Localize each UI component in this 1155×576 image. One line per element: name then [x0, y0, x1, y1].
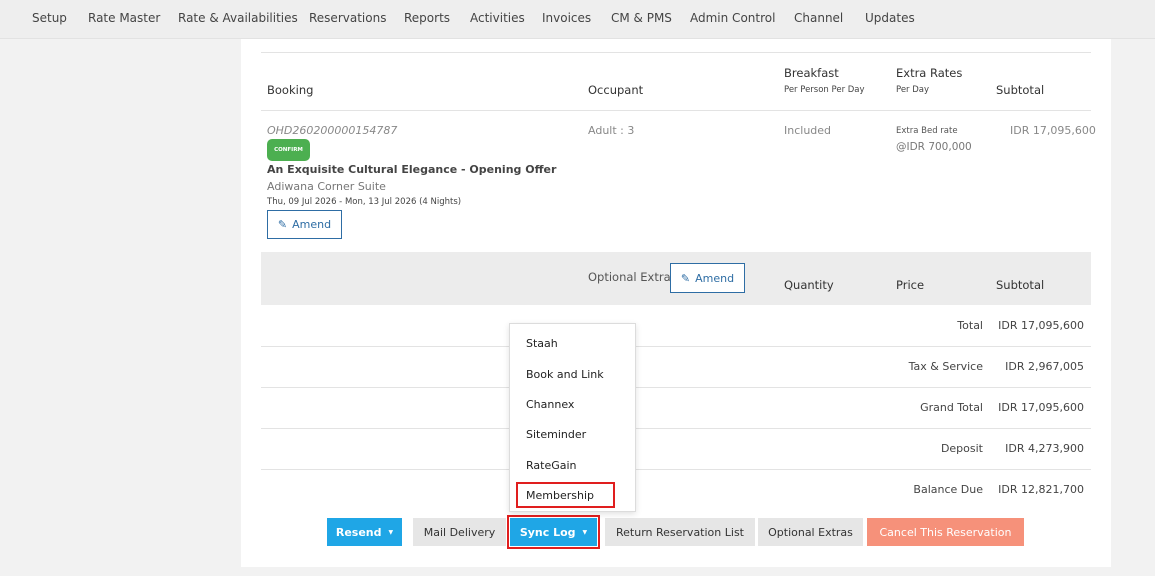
top-navigation: Setup Rate Master Rate & Availabilities …	[0, 0, 1155, 39]
balance-due-label: Balance Due	[913, 483, 983, 496]
grand-total-label: Grand Total	[920, 401, 983, 414]
nav-reservations[interactable]: Reservations	[309, 11, 386, 25]
nav-setup[interactable]: Setup	[32, 11, 67, 25]
header-extra-rates: Extra Rates	[896, 66, 963, 80]
amend-label: Amend	[695, 271, 735, 285]
return-reservation-list-button[interactable]: Return Reservation List	[605, 518, 755, 546]
menu-item-staah[interactable]: Staah	[526, 337, 558, 350]
nav-cm-pms[interactable]: CM & PMS	[611, 11, 672, 25]
resend-label: Resend	[335, 525, 382, 539]
nav-rate-master[interactable]: Rate Master	[88, 11, 160, 25]
extra-rate-label: Extra Bed rate	[896, 126, 958, 136]
grand-total-value: IDR 17,095,600	[998, 401, 1084, 414]
tax-service-label: Tax & Service	[908, 360, 983, 373]
header-occupant: Occupant	[588, 83, 644, 97]
tax-service-value: IDR 2,967,005	[1005, 360, 1084, 373]
deposit-label: Deposit	[940, 442, 983, 455]
resend-button[interactable]: Resend ▼	[327, 518, 402, 546]
deposit-value: IDR 4,273,900	[1005, 442, 1084, 455]
header-quantity: Quantity	[784, 278, 834, 292]
booking-title: An Exquisite Cultural Elegance - Opening…	[267, 163, 557, 176]
amend-label: Amend	[292, 218, 332, 231]
header-optional-subtotal: Subtotal	[996, 278, 1045, 292]
nav-channel[interactable]: Channel	[794, 11, 843, 25]
caret-down-icon: ▼	[388, 528, 394, 536]
divider	[261, 346, 1091, 347]
optional-extras-button[interactable]: Optional Extras	[758, 518, 863, 546]
mail-delivery-button[interactable]: Mail Delivery	[413, 518, 506, 546]
menu-item-book-and-link[interactable]: Book and Link	[526, 368, 604, 381]
sync-log-menu: Staah Book and Link Channex Siteminder R…	[509, 323, 636, 512]
total-value: IDR 17,095,600	[998, 319, 1084, 332]
nav-updates[interactable]: Updates	[865, 11, 915, 25]
nav-activities[interactable]: Activities	[470, 11, 525, 25]
pencil-icon: ✎	[680, 271, 691, 285]
optional-extra-label: Optional Extra	[588, 270, 671, 284]
sync-log-highlight	[507, 515, 600, 549]
total-label: Total	[957, 319, 983, 332]
divider	[261, 110, 1091, 111]
header-subtotal: Subtotal	[996, 83, 1045, 97]
nav-reports[interactable]: Reports	[404, 11, 450, 25]
status-badge: CONFIRM	[267, 139, 310, 161]
membership-highlight	[516, 482, 615, 508]
menu-item-siteminder[interactable]: Siteminder	[526, 428, 586, 441]
divider	[261, 52, 1091, 53]
header-extra-rates-sub: Per Day	[896, 85, 930, 95]
amend-optional-extra-button[interactable]: ✎ Amend	[670, 263, 745, 293]
header-breakfast-sub: Per Person Per Day	[784, 85, 865, 95]
amend-booking-button[interactable]: ✎ Amend	[267, 210, 342, 239]
occupant-value: Adult : 3	[588, 124, 635, 137]
nav-admin-control[interactable]: Admin Control	[690, 11, 775, 25]
divider	[261, 469, 1091, 470]
header-booking: Booking	[267, 83, 314, 97]
header-breakfast: Breakfast	[784, 66, 839, 80]
nav-invoices[interactable]: Invoices	[542, 11, 591, 25]
extra-rate-value: @IDR 700,000	[896, 141, 972, 153]
nav-rate-availabilities[interactable]: Rate & Availabilities	[178, 11, 298, 25]
breakfast-value: Included	[784, 124, 832, 137]
cancel-reservation-button[interactable]: Cancel This Reservation	[867, 518, 1024, 546]
menu-item-channex[interactable]: Channex	[526, 398, 574, 411]
pencil-icon: ✎	[277, 218, 288, 231]
stay-dates: Thu, 09 Jul 2026 - Mon, 13 Jul 2026 (4 N…	[267, 197, 462, 207]
booking-subtotal: IDR 17,095,600	[1010, 124, 1096, 137]
divider	[261, 428, 1091, 429]
room-name: Adiwana Corner Suite	[267, 180, 386, 193]
menu-item-rategain[interactable]: RateGain	[526, 459, 577, 472]
divider	[261, 387, 1091, 388]
header-price: Price	[896, 278, 925, 292]
booking-id: OHD260200000154787	[267, 124, 398, 137]
balance-due-value: IDR 12,821,700	[998, 483, 1084, 496]
